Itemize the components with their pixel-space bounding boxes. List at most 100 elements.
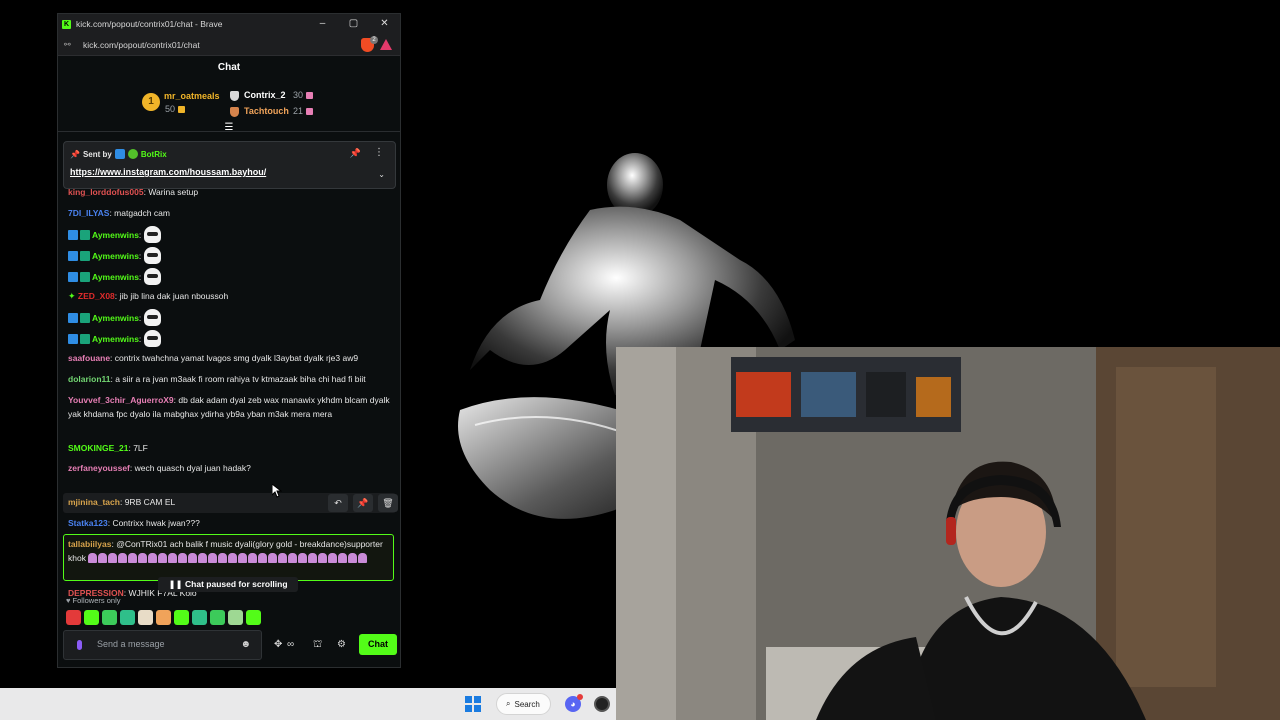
reply-icon[interactable]: ↶	[328, 494, 348, 512]
chat-message[interactable]: dolarion11: a siir a ra jvan m3aak fi ro…	[68, 373, 393, 387]
obs-icon[interactable]	[594, 696, 610, 712]
chat-message[interactable]: king_lorddofus005: Warina setup	[68, 186, 393, 200]
collapse-leaderboard-icon[interactable]: ☰	[224, 123, 234, 133]
chat-username[interactable]: saafouane	[68, 353, 110, 363]
chat-message[interactable]: 7DI_ILYAS: matgadch cam	[68, 207, 393, 221]
address-bar[interactable]: ⚯ kick.com/popout/contrix01/chat	[58, 34, 400, 56]
chat-message[interactable]: zerfaneyoussef: wech quasch dyal juan ha…	[68, 462, 393, 476]
brave-shields-icon[interactable]	[361, 36, 378, 52]
gift-shop-icon[interactable]: ⛫	[313, 638, 322, 652]
taskbar-search-button[interactable]: ⌕ Search	[496, 693, 551, 715]
emote-icon[interactable]	[228, 610, 243, 625]
search-icon: ⌕	[506, 699, 511, 708]
chat-username[interactable]: Youvvef_3chir_AguerroX9	[68, 395, 174, 405]
chat-message[interactable]: ✦ ZED_X08: jib jib lina dak juan nbousso…	[68, 290, 393, 304]
microphone-icon[interactable]	[77, 640, 82, 650]
send-chat-button[interactable]: Chat	[359, 634, 397, 655]
emote-icon[interactable]	[210, 610, 225, 625]
chat-message[interactable]: Aymenwins:	[68, 309, 393, 326]
rank-badge-icon	[230, 107, 239, 117]
chevron-down-icon[interactable]: ⌄	[378, 170, 385, 179]
leaderboard-user-2[interactable]: Contrix_2	[244, 90, 286, 100]
emote-icon[interactable]	[246, 610, 261, 625]
chat-message[interactable]: Aymenwins:	[68, 330, 393, 347]
followers-only-indicator: ♥ Followers only	[66, 596, 120, 605]
subscriber-badge-icon	[68, 313, 78, 323]
windows-taskbar: ⌕ Search ◕	[0, 688, 616, 720]
chat-message[interactable]: Aymenwins:	[68, 268, 393, 285]
kick-emotes-icon[interactable]: ✥	[274, 638, 282, 652]
chat-message[interactable]: Youvvef_3chir_AguerroX9: db dak adam dya…	[68, 394, 393, 421]
chat-message[interactable]: Statka123: Contrixx hwak jwan???	[68, 517, 393, 531]
subscriber-badge-icon	[68, 230, 78, 240]
pin-small-icon: 📌	[70, 149, 80, 159]
leaderboard-user-1[interactable]: mr_oatmeals	[164, 91, 220, 101]
chat-username[interactable]: Aymenwins	[92, 313, 139, 323]
chat-username[interactable]: Aymenwins	[92, 251, 139, 261]
mask-emote-icon	[144, 309, 162, 326]
discord-icon[interactable]: ◕	[565, 694, 583, 712]
emote-icon[interactable]	[66, 610, 81, 625]
gift-icon	[178, 106, 186, 114]
settings-gear-icon[interactable]: ⚙	[337, 638, 346, 652]
emote-icon[interactable]	[102, 610, 117, 625]
window-titlebar: K kick.com/popout/contrix01/chat - Brave…	[58, 14, 400, 34]
star-badge-icon: ✦	[68, 291, 76, 301]
chat-username[interactable]: king_lorddofus005	[68, 187, 144, 197]
delete-icon[interactable]: 🗑	[378, 494, 398, 512]
pinned-sender-name[interactable]: BotRix	[141, 150, 167, 159]
pinned-message[interactable]: 📌 Sent by BotRix https://www.instagram.c…	[63, 141, 396, 189]
close-icon[interactable]: ✕	[369, 14, 400, 34]
emoji-picker-icon[interactable]: ☻	[240, 639, 251, 650]
emote-icon[interactable]	[120, 610, 135, 625]
chat-message[interactable]: tallabiilyas: @ConTRix01 ach balik f mus…	[68, 538, 388, 565]
unpin-icon[interactable]: 📌	[350, 148, 361, 159]
chat-message[interactable]: Aymenwins:	[68, 247, 393, 264]
emote-icon[interactable]	[138, 610, 153, 625]
emote-icon[interactable]	[84, 610, 99, 625]
chat-username[interactable]: tallabiilyas	[68, 539, 111, 549]
chat-paused-label: Chat paused for scrolling	[185, 579, 288, 589]
chat-message[interactable]: SMOKINGE_21: 7LF	[68, 442, 393, 456]
chat-username[interactable]: mjinina_tach	[68, 497, 120, 507]
emote-icon[interactable]	[156, 610, 171, 625]
message-placeholder: Send a message	[97, 639, 165, 649]
pause-icon: ❚❚	[168, 579, 186, 589]
leaderboard-count-1: 50	[165, 104, 186, 114]
url-text: kick.com/popout/contrix01/chat	[83, 39, 200, 50]
windows-start-icon[interactable]	[465, 696, 481, 712]
quick-emote-bar	[66, 610, 261, 626]
pin-message-icon[interactable]: 📌	[353, 494, 373, 512]
bot-badge-icon	[114, 149, 125, 159]
chat-username[interactable]: Aymenwins	[92, 272, 139, 282]
mask-emote-icon	[144, 330, 162, 347]
chat-text: 9RB CAM EL	[124, 497, 176, 507]
sent-by-label: Sent by	[82, 149, 112, 159]
chat-username[interactable]: 7DI_ILYAS	[68, 208, 109, 218]
chat-paused-banner[interactable]: ❚❚ Chat paused for scrolling	[158, 577, 298, 592]
minimize-icon[interactable]: –	[307, 14, 338, 34]
infinity-icon[interactable]: ∞	[287, 638, 294, 652]
pinned-link[interactable]: https://www.instagram.com/houssam.bayhou…	[70, 167, 266, 177]
chat-username[interactable]: dolarion11	[68, 374, 111, 384]
message-input[interactable]: Send a message ☻	[63, 630, 262, 660]
chat-username[interactable]: Aymenwins	[92, 334, 139, 344]
chat-text: matgadch cam	[114, 208, 170, 218]
maximize-icon[interactable]: ▢	[338, 14, 369, 34]
more-options-icon[interactable]: ⋮	[374, 147, 384, 158]
emote-icon[interactable]	[174, 610, 189, 625]
brave-rewards-icon[interactable]	[380, 39, 392, 50]
chat-username[interactable]: SMOKINGE_21	[68, 443, 128, 453]
window-title: kick.com/popout/contrix01/chat - Brave	[76, 19, 223, 29]
chat-username[interactable]: zerfaneyoussef	[68, 463, 130, 473]
chat-message[interactable]: saafouane: contrix twahchna yamat lvagos…	[68, 352, 393, 366]
chat-message[interactable]: Aymenwins:	[68, 226, 393, 243]
emote-icon[interactable]	[192, 610, 207, 625]
leaderboard-count-2: 30	[293, 90, 314, 100]
chat-username[interactable]: Aymenwins	[92, 230, 139, 240]
chat-username[interactable]: ZED_X08	[78, 291, 115, 301]
chat-username[interactable]: Statka123	[68, 518, 108, 528]
vip-badge-icon	[80, 313, 90, 323]
leaderboard-user-3[interactable]: Tachtouch	[244, 106, 289, 116]
site-settings-icon[interactable]: ⚯	[64, 40, 73, 49]
